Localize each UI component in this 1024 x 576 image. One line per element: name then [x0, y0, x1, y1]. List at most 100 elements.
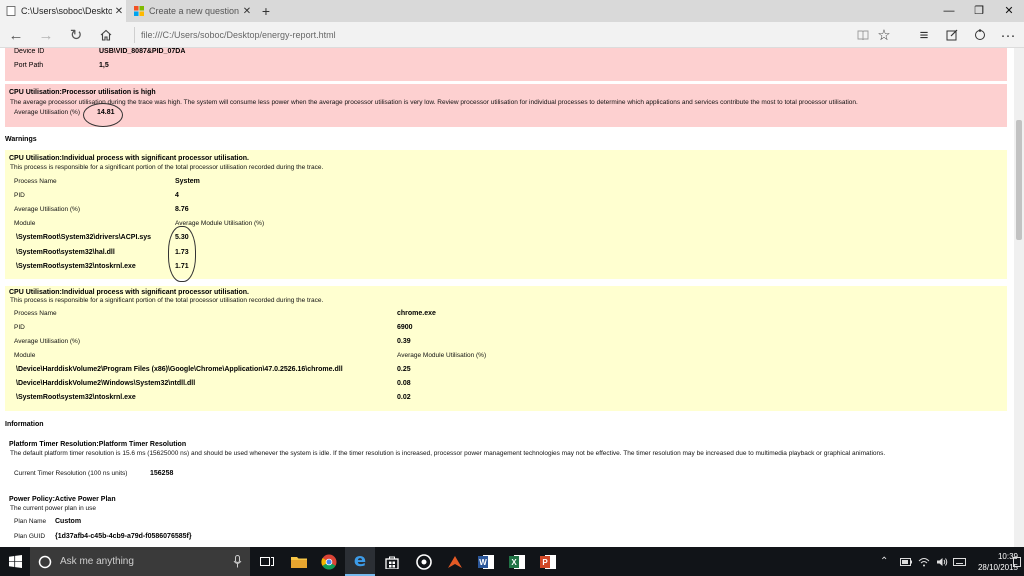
keyboard-icon[interactable] — [953, 547, 966, 576]
timer-title: Platform Timer Resolution:Platform Timer… — [9, 441, 187, 448]
warning-description: This process is responsible for a signif… — [10, 164, 324, 171]
module-name: \SystemRoot\System32\drivers\ACPI.sys — [16, 234, 152, 241]
close-window-icon[interactable]: ✕ — [994, 0, 1024, 22]
svg-text:X: X — [511, 558, 517, 567]
navigation-bar: ← → ↻ file:///C:/Users/soboc/Desktop/ene… — [0, 22, 1024, 48]
port-path-label: Port Path — [14, 62, 44, 69]
task-view-icon[interactable] — [252, 547, 282, 576]
show-hidden-icons-icon[interactable]: ⌃ — [880, 547, 888, 576]
device-id-label: Device ID — [14, 48, 45, 55]
page-scrollbar[interactable] — [1014, 48, 1024, 547]
search-placeholder: Ask me anything — [60, 556, 134, 567]
timer-resolution-block: Platform Timer Resolution:Platform Timer… — [5, 438, 1007, 483]
warning-system-block: CPU Utilisation:Individual process with … — [5, 150, 1007, 279]
tab-energy-report[interactable]: C:\Users\soboc\Desktop ✕ — [0, 0, 126, 22]
page-icon — [6, 6, 16, 16]
home-icon[interactable] — [96, 25, 116, 45]
process-name-value: System — [175, 178, 200, 185]
avg-utilisation-label: Average Utilisation (%) — [14, 338, 80, 345]
power-policy-block: Power Policy:Active Power Plan The curre… — [5, 492, 1007, 547]
action-center-icon[interactable] — [1013, 547, 1021, 576]
network-icon[interactable] — [918, 547, 930, 576]
timer-resolution-value: 156258 — [150, 470, 174, 477]
avg-utilisation-value: 14.81 — [97, 109, 115, 116]
tab-create-question[interactable]: Create a new question or sta ✕ — [128, 0, 254, 22]
new-tab-button[interactable]: + — [258, 3, 274, 19]
tab-title: Create a new question or sta — [149, 6, 240, 16]
information-heading: Information — [5, 421, 44, 428]
address-bar[interactable]: file:///C:/Users/soboc/Desktop/energy-re… — [134, 27, 834, 43]
more-icon[interactable]: ··· — [998, 25, 1018, 45]
file-explorer-icon[interactable] — [284, 547, 314, 576]
module-utilisation-header: Average Module Utilisation (%) — [397, 352, 487, 359]
pid-label: PID — [14, 192, 25, 199]
avg-utilisation-value: 8.76 — [175, 206, 189, 213]
word-icon[interactable]: W — [471, 547, 501, 576]
browser-window: C:\Users\soboc\Desktop ✕ Create a new qu… — [0, 0, 1024, 576]
restore-icon[interactable]: ❐ — [964, 0, 994, 22]
module-name: \Device\HarddiskVolume2\Program Files (x… — [16, 366, 343, 373]
reading-view-icon[interactable] — [853, 25, 873, 45]
module-value: 1.71 — [175, 263, 189, 270]
device-block: Device ID USB\VID_8087&PID_07DA Port Pat… — [5, 48, 1007, 81]
clock-date: 28/10/2015 — [977, 563, 1018, 572]
cpu-error-description: The average processor utilisation during… — [10, 99, 858, 106]
port-path-value: 1,5 — [99, 62, 109, 69]
power-policy-title: Power Policy:Active Power Plan — [9, 496, 116, 503]
excel-icon[interactable]: X — [502, 547, 532, 576]
hub-icon[interactable]: ≡ — [914, 25, 934, 45]
minimize-icon[interactable]: — — [934, 0, 964, 22]
module-value: 0.02 — [397, 394, 411, 401]
svg-text:W: W — [479, 558, 487, 567]
taskbar: Ask me anything e W X P ⌃ 10:39 28/10/20… — [0, 547, 1024, 576]
favorite-star-icon[interactable]: ☆ — [874, 25, 894, 45]
module-name: \SystemRoot\system32\hal.dll — [16, 249, 115, 256]
media-icon[interactable] — [409, 547, 439, 576]
module-name: \Device\HarddiskVolume2\Windows\System32… — [16, 380, 196, 387]
module-label: Module — [14, 352, 36, 359]
warnings-heading: Warnings — [5, 136, 37, 143]
close-tab-icon[interactable]: ✕ — [240, 6, 254, 17]
refresh-icon[interactable]: ↻ — [66, 25, 86, 45]
volume-icon[interactable] — [936, 547, 948, 576]
battery-icon[interactable] — [900, 547, 912, 576]
module-value: 0.25 — [397, 366, 411, 373]
store-icon[interactable] — [377, 547, 407, 576]
start-windows-icon[interactable] — [0, 547, 30, 576]
svg-text:P: P — [542, 558, 548, 567]
avg-utilisation-label: Average Utilisation (%) — [14, 109, 80, 116]
chrome-icon[interactable] — [314, 547, 344, 576]
scrollbar-thumb[interactable] — [1016, 120, 1022, 240]
web-note-icon[interactable] — [942, 25, 962, 45]
system-clock[interactable]: 10:39 28/10/2015 — [978, 551, 1018, 573]
device-id-value: USB\VID_8087&PID_07DA — [99, 48, 186, 55]
module-value: 5.30 — [175, 234, 189, 241]
close-tab-icon[interactable]: ✕ — [112, 6, 126, 17]
microphone-icon[interactable] — [233, 555, 242, 568]
cortana-search-box[interactable]: Ask me anything — [30, 547, 250, 576]
app-icon[interactable] — [440, 547, 470, 576]
plan-guid-label: Plan GUID — [14, 533, 46, 540]
pid-value: 4 — [175, 192, 179, 199]
power-policy-description: The current power plan in use — [10, 505, 96, 512]
powerpoint-icon[interactable]: P — [533, 547, 563, 576]
plan-name-label: Plan Name — [14, 518, 47, 525]
edge-icon[interactable]: e — [345, 547, 375, 576]
clock-time: 10:39 — [997, 552, 1018, 561]
pid-label: PID — [14, 324, 25, 331]
back-icon[interactable]: ← — [6, 25, 26, 45]
cortana-icon — [38, 555, 52, 568]
share-icon[interactable] — [970, 25, 990, 45]
module-name: \SystemRoot\system32\ntoskrnl.exe — [16, 394, 136, 401]
warning-title: CPU Utilisation:Individual process with … — [9, 289, 249, 296]
avg-utilisation-label: Average Utilisation (%) — [14, 206, 80, 213]
module-utilisation-header: Average Module Utilisation (%) — [175, 220, 265, 227]
microsoft-logo-icon — [134, 6, 144, 16]
cpu-error-block: CPU Utilisation:Processor utilisation is… — [5, 84, 1007, 127]
timer-description: The default platform timer resolution is… — [10, 450, 886, 457]
module-value: 1.73 — [175, 249, 189, 256]
tab-title: C:\Users\soboc\Desktop — [21, 6, 112, 16]
process-name-value: chrome.exe — [397, 310, 436, 317]
forward-icon[interactable]: → — [36, 25, 56, 45]
pid-value: 6900 — [397, 324, 413, 331]
